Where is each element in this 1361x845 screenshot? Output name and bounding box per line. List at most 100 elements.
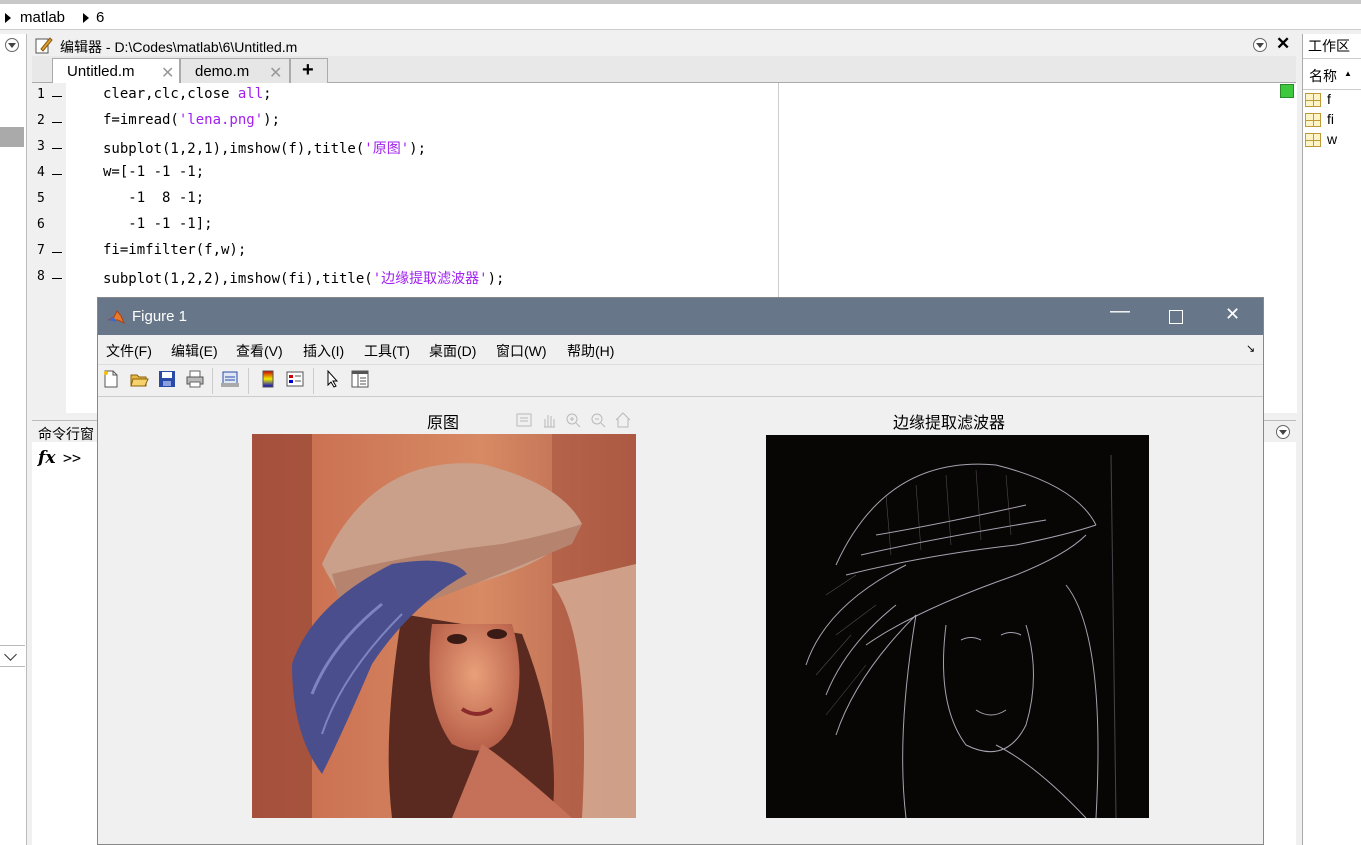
colorbar-icon[interactable]: [258, 369, 278, 389]
breakpoint-marker[interactable]: [52, 174, 62, 175]
edge-filtered-image[interactable]: [766, 435, 1149, 818]
open-file-icon[interactable]: [129, 369, 149, 389]
line-number[interactable]: 3: [37, 139, 45, 154]
matrix-icon: [1305, 113, 1321, 127]
code-line[interactable]: fi=imfilter(f,w);: [103, 242, 246, 258]
menu-help[interactable]: 帮助(H): [567, 341, 614, 361]
matlab-logo-icon: [107, 310, 125, 325]
editor-menu-button[interactable]: [1253, 38, 1267, 52]
pan-hand-icon[interactable]: [540, 411, 558, 429]
link-plot-icon[interactable]: [220, 369, 240, 389]
tab-demo[interactable]: demo.m ✕: [180, 58, 290, 83]
edit-icon: [35, 37, 53, 54]
string-literal: '原图': [364, 141, 410, 157]
line-number[interactable]: 4: [37, 165, 45, 180]
matrix-icon: [1305, 133, 1321, 147]
command-window-menu-button[interactable]: [1276, 425, 1290, 439]
code-token: );: [263, 112, 281, 128]
tab-untitled[interactable]: Untitled.m ✕: [52, 58, 180, 84]
command-prompt: >>: [63, 449, 82, 467]
menu-insert[interactable]: 插入(I): [303, 341, 344, 361]
line-number[interactable]: 7: [37, 243, 45, 258]
menu-window[interactable]: 窗口(W): [496, 341, 547, 361]
property-editor-icon[interactable]: [350, 369, 370, 389]
tab-label: Untitled.m: [67, 63, 135, 80]
print-icon[interactable]: [185, 369, 205, 389]
code-line[interactable]: -1 -1 -1];: [103, 216, 212, 232]
right-axes-title: 边缘提取滤波器: [893, 413, 1006, 432]
breadcrumb-item-matlab[interactable]: matlab: [20, 9, 65, 26]
breakpoint-marker[interactable]: [52, 122, 62, 123]
workspace-panel: [1302, 34, 1361, 845]
menu-tools[interactable]: 工具(T): [364, 341, 410, 361]
workspace-var[interactable]: fi: [1327, 111, 1334, 127]
code-line[interactable]: -1 8 -1;: [103, 190, 204, 206]
code-analyzer-status[interactable]: [1280, 84, 1294, 98]
menu-file[interactable]: 文件(F): [106, 341, 152, 361]
string-literal: '边缘提取滤波器': [372, 271, 488, 287]
close-icon[interactable]: ✕: [269, 63, 282, 83]
editor-title: 编辑器 - D:\Codes\matlab\6\Untitled.m: [60, 39, 298, 55]
close-icon[interactable]: ✕: [161, 63, 174, 83]
line-number[interactable]: 2: [37, 113, 45, 128]
breakpoint-marker[interactable]: [52, 252, 62, 253]
menu-view[interactable]: 查看(V): [236, 341, 283, 361]
save-icon[interactable]: [157, 369, 177, 389]
line-number[interactable]: 8: [37, 269, 45, 284]
code-token: ;: [263, 86, 272, 102]
dock-arrow-icon[interactable]: ↘: [1246, 342, 1255, 355]
code-token: );: [487, 271, 505, 287]
breadcrumb-item-6[interactable]: 6: [96, 9, 104, 26]
code-line[interactable]: clear,clc,close all;: [103, 86, 272, 102]
minimize-icon[interactable]: —: [1110, 300, 1130, 323]
current-folder-panel: [0, 34, 27, 845]
sort-ascending-icon: ▲: [1344, 69, 1352, 78]
editor-tab-bar: Untitled.m ✕ demo.m ✕ +: [32, 56, 1296, 84]
menu-edit[interactable]: 编辑(E): [171, 341, 218, 361]
figure-title: Figure 1: [132, 308, 188, 325]
close-icon[interactable]: ✕: [1225, 304, 1240, 325]
toolbar-separator: [212, 368, 213, 394]
code-token: clear,clc,close: [103, 86, 238, 102]
code-line[interactable]: subplot(1,2,1),imshow(f),title('原图');: [103, 138, 426, 158]
workspace-var[interactable]: w: [1327, 131, 1337, 147]
close-icon[interactable]: ✕: [1276, 34, 1290, 54]
original-image[interactable]: [252, 434, 636, 818]
details-toggle[interactable]: [0, 645, 25, 667]
axes-export-icon[interactable]: [515, 411, 533, 429]
code-token: subplot(1,2,2),imshow(fi),title(: [103, 271, 373, 287]
line-number[interactable]: 5: [37, 191, 45, 206]
code-line[interactable]: subplot(1,2,2),imshow(fi),title('边缘提取滤波器…: [103, 268, 504, 288]
toolbar-separator: [248, 368, 249, 394]
breakpoint-marker[interactable]: [52, 148, 62, 149]
figure-titlebar[interactable]: Figure 1 — ✕: [98, 298, 1263, 335]
zoom-in-icon[interactable]: [564, 411, 582, 429]
home-icon[interactable]: [614, 411, 632, 429]
zoom-out-icon[interactable]: [589, 411, 607, 429]
code-token: subplot(1,2,1),imshow(f),title(: [103, 141, 365, 157]
legend-icon[interactable]: [285, 369, 305, 389]
breakpoint-marker[interactable]: [52, 278, 62, 279]
code-line[interactable]: w=[-1 -1 -1;: [103, 164, 204, 180]
code-token: -1 8 -1;: [103, 190, 205, 206]
new-figure-icon[interactable]: [101, 369, 121, 389]
code-token: );: [409, 141, 427, 157]
code-token: fi=imfilter(f,w);: [103, 242, 247, 258]
line-number[interactable]: 1: [37, 87, 45, 102]
workspace-var[interactable]: f: [1327, 91, 1331, 107]
maximize-icon[interactable]: [1169, 310, 1183, 324]
workspace-header[interactable]: 名称 ▲: [1303, 58, 1361, 90]
add-tab-button[interactable]: +: [290, 58, 328, 83]
toolbar-separator: [313, 368, 314, 394]
breakpoint-marker[interactable]: [52, 96, 62, 97]
fx-icon[interactable]: fx: [38, 448, 55, 468]
code-line[interactable]: f=imread('lena.png');: [103, 112, 280, 128]
left-axes-title: 原图: [427, 413, 460, 432]
column-name-header[interactable]: 名称: [1309, 66, 1337, 86]
menu-desktop[interactable]: 桌面(D): [429, 341, 476, 361]
edit-plot-arrow-icon[interactable]: [323, 369, 343, 389]
folder-selected-row[interactable]: [0, 127, 24, 147]
line-number[interactable]: 6: [37, 217, 45, 232]
tab-label: demo.m: [195, 63, 250, 80]
panel-menu-button[interactable]: [5, 38, 19, 52]
